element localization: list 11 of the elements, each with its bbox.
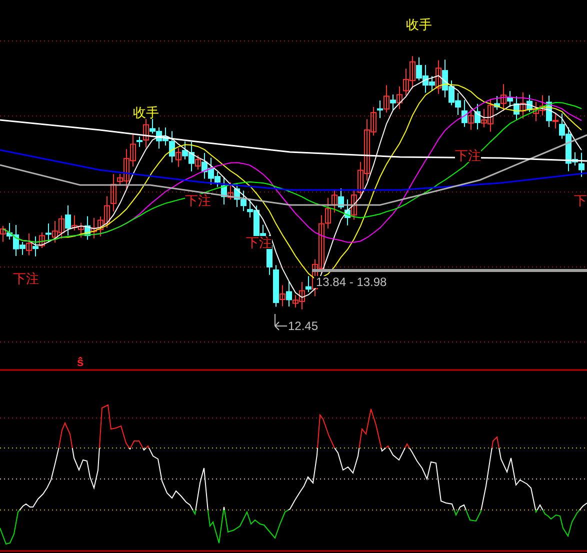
buy-signal-label: 下注 [455, 149, 481, 162]
sell-signal-label: 收手 [133, 106, 159, 119]
low-price-label: 12.45 [288, 320, 318, 332]
price-range-label: 13.84 - 13.98 [314, 276, 387, 288]
buy-signal-label: 下 [574, 194, 587, 207]
buy-signal-label: 下注 [185, 194, 211, 207]
arrow-icon [274, 314, 288, 330]
indicator-mark: ŝ [77, 356, 84, 368]
buy-signal-label: 下注 [13, 272, 39, 285]
sell-signal-label: 收手 [406, 18, 432, 31]
buy-signal-label: 下注 [246, 236, 272, 249]
